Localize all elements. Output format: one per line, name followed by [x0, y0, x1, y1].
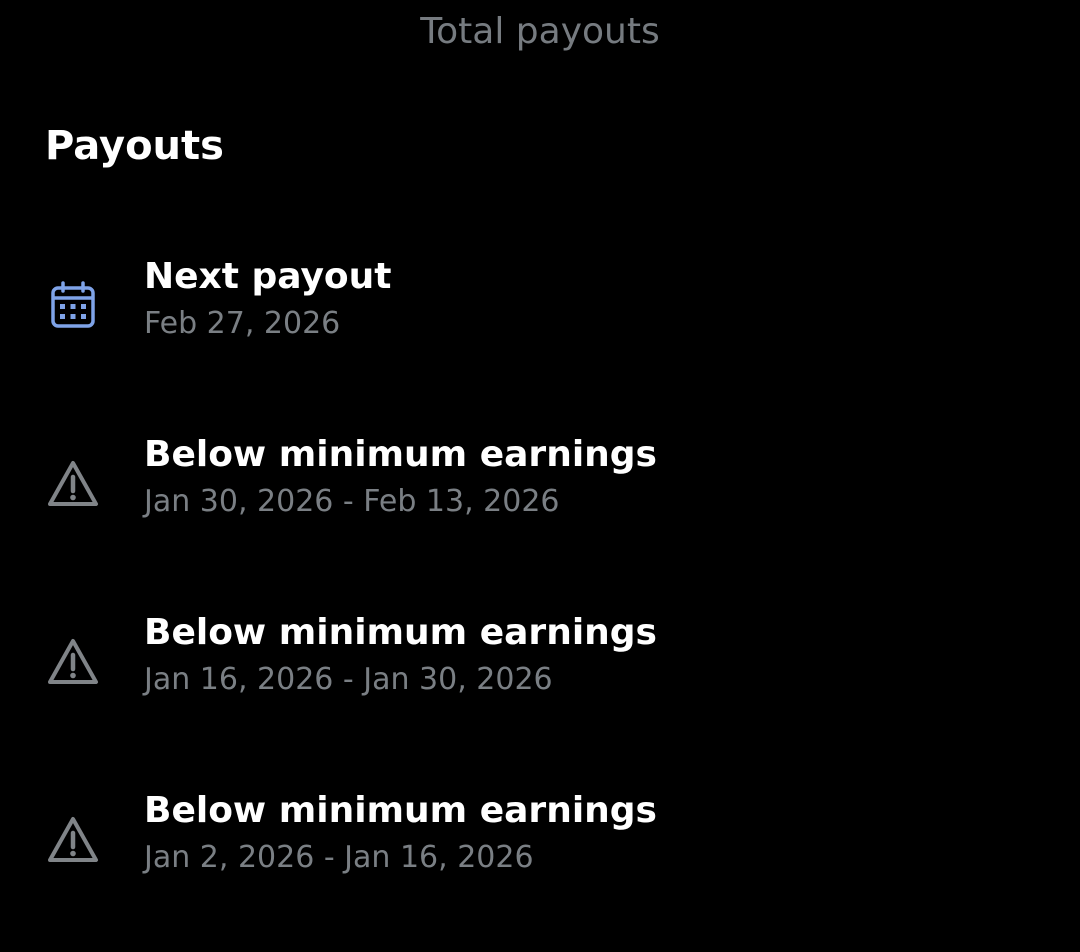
- payout-title: Next payout: [144, 256, 392, 297]
- payout-title: Below minimum earnings: [144, 790, 657, 831]
- warning-icon: [45, 456, 101, 512]
- warning-icon: [45, 812, 101, 868]
- payout-date-range: Jan 16, 2026 - Jan 30, 2026: [144, 662, 553, 697]
- calendar-icon: [45, 278, 101, 334]
- payout-date-range: Jan 2, 2026 - Jan 16, 2026: [144, 840, 534, 875]
- payout-row-next[interactable]: Next payout Feb 27, 2026: [0, 240, 1080, 418]
- payout-row-below-minimum[interactable]: Below minimum earnings Jan 30, 2026 - Fe…: [0, 418, 1080, 596]
- payout-row-below-minimum[interactable]: Below minimum earnings Jan 2, 2026 - Jan…: [0, 774, 1080, 952]
- payout-title: Below minimum earnings: [144, 612, 657, 653]
- payout-title: Below minimum earnings: [144, 434, 657, 475]
- payout-date: Feb 27, 2026: [144, 306, 341, 341]
- payout-row-below-minimum[interactable]: Below minimum earnings Jan 16, 2026 - Ja…: [0, 596, 1080, 774]
- warning-icon: [45, 634, 101, 690]
- total-payouts-label[interactable]: Total payouts: [0, 8, 1080, 56]
- section-title-payouts: Payouts: [45, 123, 224, 169]
- payouts-list: Next payout Feb 27, 2026 Below minimum e…: [0, 240, 1080, 952]
- payout-date-range: Jan 30, 2026 - Feb 13, 2026: [144, 484, 560, 519]
